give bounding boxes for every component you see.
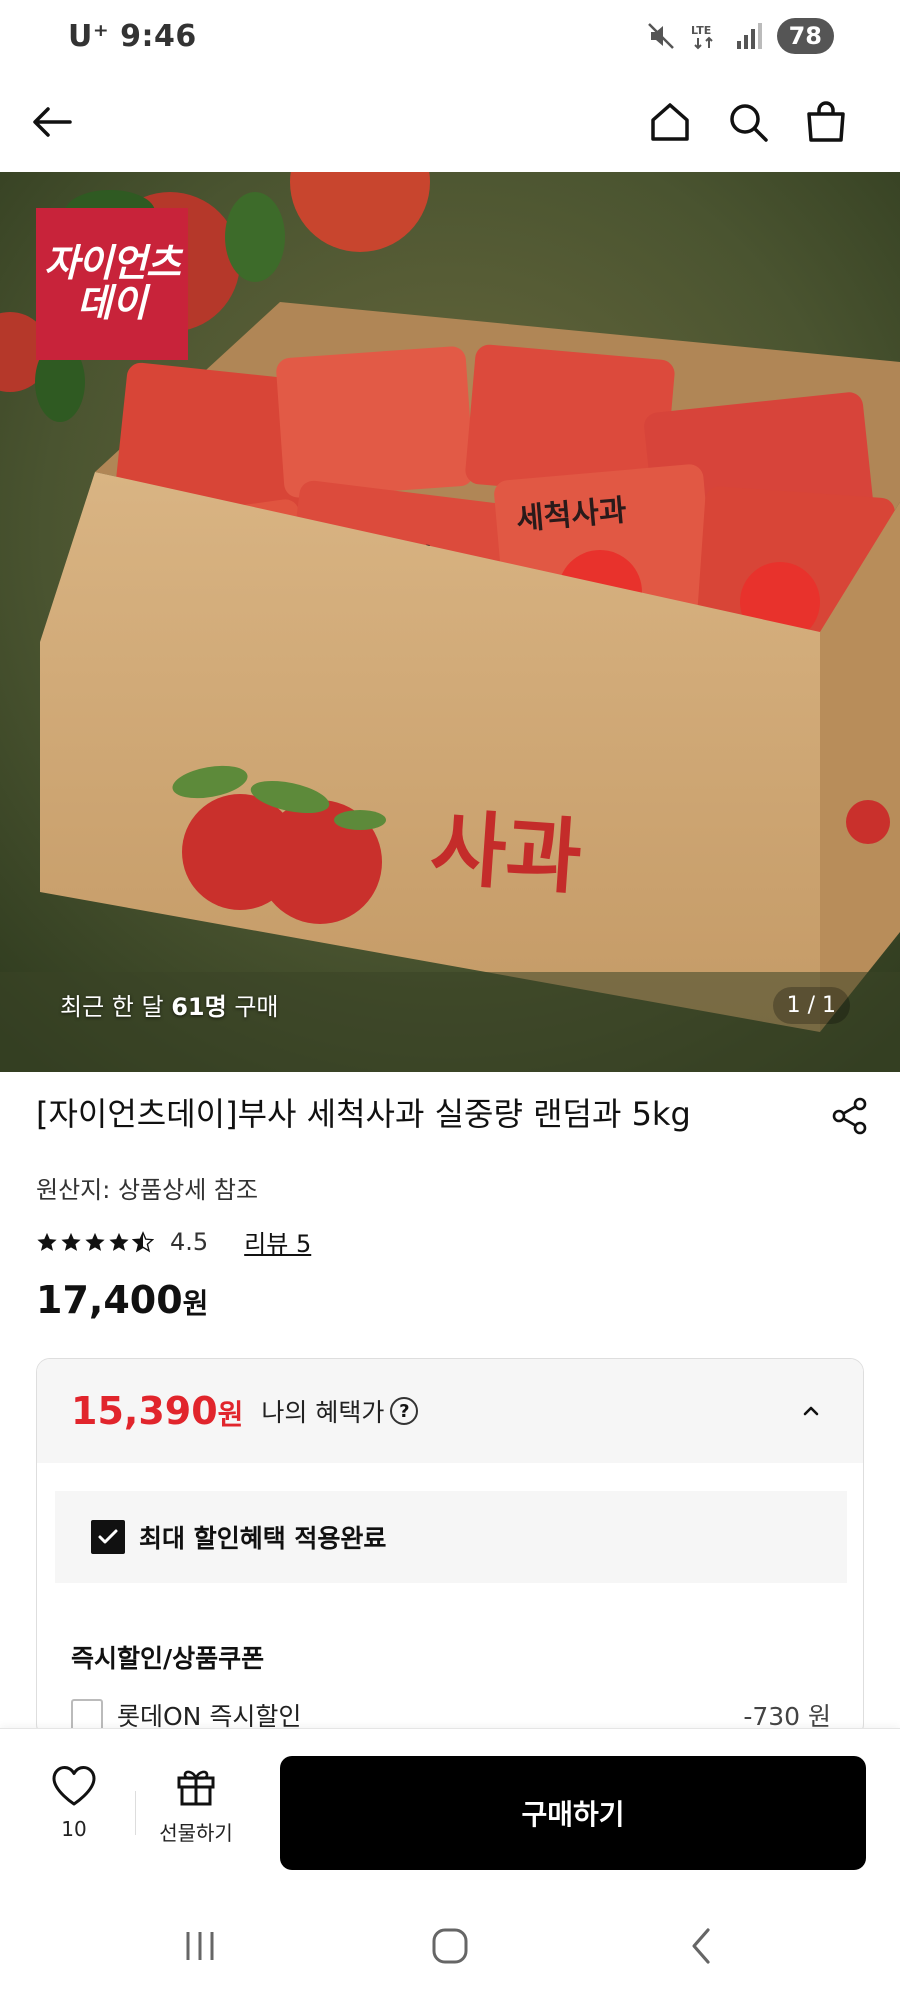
origin-info: 원산지: 상품상세 참조 (36, 1176, 259, 1204)
battery-icon: 78 (776, 18, 834, 54)
price-unit: 원 (182, 1287, 209, 1320)
original-price: 17,400원 (36, 1278, 208, 1322)
gift-icon (177, 1770, 215, 1806)
system-navigation-bar (0, 1888, 900, 2000)
search-icon (730, 104, 768, 142)
home-button[interactable] (640, 92, 700, 152)
status-bar: U⁺ 9:46 LTE 78 (0, 0, 900, 72)
system-home-button[interactable] (420, 1922, 480, 1970)
gift-button[interactable]: 선물하기 (150, 1765, 242, 1846)
star-icon (37, 1232, 57, 1251)
help-icon[interactable]: ? (390, 1397, 419, 1425)
applied-text: 최대 할인혜택 적용완료 (139, 1524, 387, 1553)
carrier-time: U⁺ 9:46 (68, 18, 197, 54)
recent-apps-button[interactable] (170, 1922, 230, 1970)
rating-row: 4.5 리뷰 5 (36, 1224, 311, 1259)
home-icon (651, 103, 689, 141)
product-title-row: [자이언츠데이]부사 세척사과 실중량 랜덤과 5kg (36, 1092, 876, 1142)
wishlist-button[interactable]: 10 (34, 1765, 114, 1841)
svg-text:LTE: LTE (691, 24, 711, 37)
back-button[interactable] (22, 92, 82, 152)
cart-button[interactable] (796, 92, 856, 152)
buy-button[interactable]: 구매하기 (280, 1756, 866, 1870)
checkmark-icon (98, 1529, 118, 1544)
purchase-prefix: 최근 한 달 (60, 993, 172, 1021)
heart-icon (52, 1766, 96, 1806)
benefit-price-unit: 원 (217, 1398, 244, 1431)
checked-checkbox[interactable] (91, 1520, 125, 1554)
recent-purchase-count: 최근 한 달 61명 구매 (60, 987, 279, 1022)
star-icon (109, 1232, 129, 1251)
system-back-icon (692, 1928, 710, 1964)
product-image[interactable]: 세척사과 세척사과 세척사과 세척사과 사과 (0, 172, 900, 1072)
home-circle-icon (432, 1928, 468, 1964)
mute-icon (647, 21, 675, 51)
coupon-checkbox[interactable] (71, 1699, 103, 1731)
shopping-bag-icon (807, 101, 845, 142)
lte-icon: LTE (689, 21, 721, 51)
share-icon (832, 1097, 867, 1135)
brand-badge-line2: 데이 (77, 281, 147, 325)
review-link[interactable]: 리뷰 5 (244, 1224, 311, 1259)
benefit-label: 나의 혜택가 (261, 1398, 385, 1427)
status-icons: LTE 78 (647, 18, 834, 54)
divider (135, 1791, 136, 1835)
brand-badge: 자이언츠 데이 (36, 208, 188, 360)
rating-value: 4.5 (170, 1227, 209, 1256)
benefit-panel: 15,390원 나의 혜택가 ? 최대 할인혜택 적용완료 즉시할인/상품쿠폰 … (36, 1358, 864, 1738)
benefit-header[interactable]: 15,390원 나의 혜택가 ? (37, 1359, 863, 1463)
benefit-price-amount: 15,390 (71, 1389, 218, 1433)
chevron-up-icon[interactable] (797, 1397, 825, 1425)
share-button[interactable] (824, 1090, 876, 1142)
product-title: [자이언츠데이]부사 세척사과 실중량 랜덤과 5kg (36, 1095, 691, 1133)
purchase-number: 61명 (171, 993, 227, 1021)
image-counter: 1 / 1 (772, 987, 850, 1024)
wishlist-count: 10 (61, 1817, 87, 1841)
price-amount: 17,400 (36, 1278, 183, 1322)
star-rating (36, 1230, 154, 1253)
top-nav (0, 72, 900, 172)
purchase-suffix: 구매 (226, 993, 279, 1021)
bottom-action-bar: 10 선물하기 구매하기 (0, 1728, 900, 1888)
signal-icon (735, 21, 763, 51)
recent-apps-icon (186, 1932, 214, 1960)
star-icon (61, 1232, 81, 1251)
coupon-heading: 즉시할인/상품쿠폰 (71, 1644, 265, 1673)
back-arrow-icon (33, 107, 72, 137)
gift-label: 선물하기 (159, 1821, 233, 1845)
benefit-price: 15,390원 (71, 1389, 243, 1433)
search-button[interactable] (718, 92, 778, 152)
brand-badge-line1: 자이언츠 (44, 241, 181, 286)
half-star-icon (132, 1230, 154, 1252)
max-discount-applied: 최대 할인혜택 적용완료 (55, 1491, 847, 1583)
system-back-button[interactable] (672, 1922, 732, 1970)
svg-text:사과: 사과 (427, 801, 584, 906)
star-icon (85, 1232, 105, 1251)
